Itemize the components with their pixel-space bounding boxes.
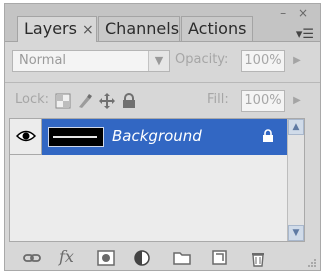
- blend-mode-value: Normal: [19, 53, 67, 68]
- bottom-toolbar: fx: [5, 244, 320, 271]
- eye-icon[interactable]: [16, 129, 36, 143]
- tab-close-icon[interactable]: ×: [82, 22, 94, 38]
- window-controls[interactable]: – ×: [280, 6, 312, 20]
- lock-position-icon[interactable]: [99, 93, 115, 109]
- resize-grip-icon[interactable]: [307, 258, 317, 268]
- layers-panel: Layers × Channels Actions – × ▾☰ Normal ▼…: [4, 3, 321, 271]
- divider: [5, 82, 320, 83]
- tab-channels[interactable]: Channels: [98, 16, 180, 41]
- fill-slider-arrow-icon[interactable]: ▶: [288, 90, 306, 112]
- trash-icon[interactable]: [249, 249, 267, 267]
- scroll-down-icon[interactable]: ▼: [288, 225, 304, 241]
- layer-row-background[interactable]: Background: [42, 119, 304, 155]
- lock-image-icon[interactable]: [77, 93, 93, 109]
- scrollbar[interactable]: ▲ ▼: [287, 119, 304, 241]
- lock-label: Lock:: [15, 92, 50, 107]
- layers-list: Background ▲ ▼: [9, 118, 305, 242]
- chevron-down-icon[interactable]: ▼: [148, 51, 169, 71]
- lock-transparent-icon[interactable]: [55, 93, 71, 109]
- opacity-slider-arrow-icon[interactable]: ▶: [288, 50, 306, 72]
- tab-channels-label: Channels: [105, 19, 180, 38]
- opacity-field[interactable]: 100%: [241, 50, 285, 72]
- scroll-up-icon[interactable]: ▲: [288, 119, 304, 135]
- fill-label: Fill:: [207, 92, 229, 107]
- layer-visibility-toggle[interactable]: [10, 119, 42, 155]
- tab-layers-label: Layers: [24, 19, 77, 38]
- mask-icon[interactable]: [97, 249, 115, 267]
- fx-icon[interactable]: fx: [59, 247, 74, 266]
- opacity-label: Opacity:: [175, 52, 229, 67]
- layer-thumbnail: [48, 127, 104, 147]
- tab-layers[interactable]: Layers ×: [17, 16, 97, 42]
- layer-lock-icon: [263, 129, 273, 142]
- fill-field[interactable]: 100%: [241, 90, 285, 112]
- group-icon[interactable]: [173, 249, 191, 267]
- tab-actions[interactable]: Actions: [181, 16, 253, 41]
- tab-actions-label: Actions: [188, 19, 247, 38]
- tab-bar: Layers × Channels Actions – × ▾☰: [5, 4, 320, 42]
- lock-all-icon[interactable]: [121, 93, 137, 109]
- menu-icon[interactable]: ▾☰: [296, 27, 314, 42]
- new-layer-icon[interactable]: [211, 249, 229, 267]
- adjustment-icon[interactable]: [133, 249, 151, 267]
- link-icon[interactable]: [23, 249, 41, 267]
- layer-name: Background: [112, 127, 202, 145]
- blend-mode-select[interactable]: Normal ▼: [12, 50, 170, 72]
